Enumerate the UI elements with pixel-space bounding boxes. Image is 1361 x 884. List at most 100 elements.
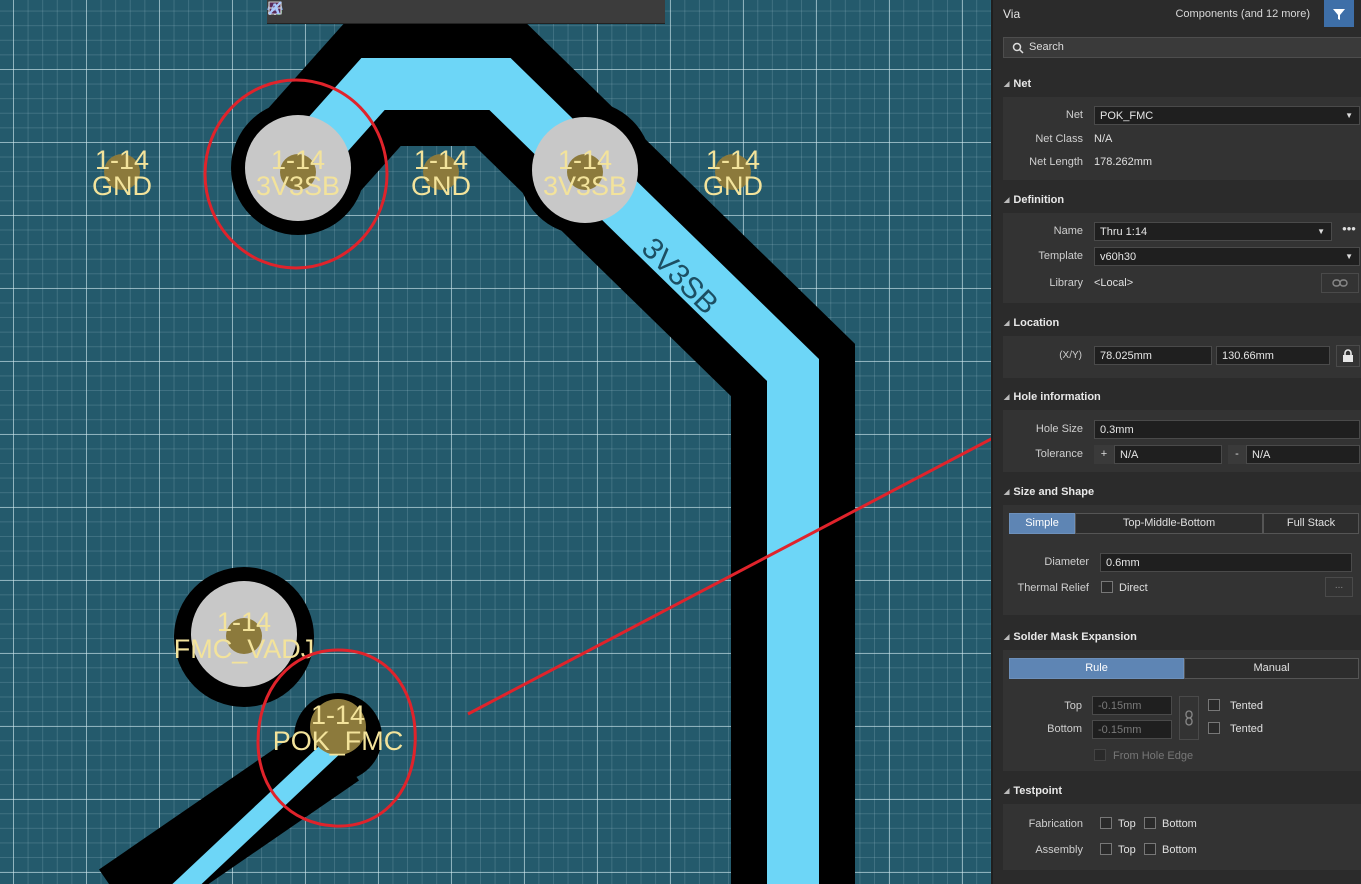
net-label: Net (1065, 109, 1083, 121)
select-rect-icon[interactable] (268, 1, 370, 23)
text-icon[interactable]: A (269, 1, 595, 23)
section-size-shape-header[interactable]: ◢ Size and Shape (1004, 486, 1094, 498)
tab-manual[interactable]: Manual (1184, 658, 1359, 679)
section-hole-header[interactable]: ◢ Hole information (1004, 391, 1101, 403)
tolerance-plus-input[interactable]: N/A (1114, 445, 1222, 464)
bottom-tented-label: Tented (1230, 723, 1264, 735)
fabrication-label: Fabrication (1028, 818, 1083, 830)
dropdown-arrow-icon: ▼ (1317, 227, 1325, 236)
chart-icon[interactable] (269, 1, 395, 23)
top-tented-label: Tented (1230, 700, 1264, 712)
thermal-relief-label: Thermal Relief (1017, 582, 1089, 594)
section-net-header[interactable]: ◢ Net (1004, 78, 1031, 90)
tab-full-stack[interactable]: Full Stack (1263, 513, 1359, 534)
route-icon[interactable] (270, 1, 320, 23)
library-link-button[interactable] (1321, 273, 1359, 293)
top-tented-checkbox[interactable] (1208, 699, 1220, 711)
tune-length-icon[interactable] (267, 1, 470, 23)
from-hole-edge-label: From Hole Edge (1113, 750, 1194, 762)
object-type-label: Via (1003, 7, 1021, 21)
thermal-more-button[interactable]: ... (1325, 577, 1353, 597)
template-select[interactable]: v60h30 ▼ (1094, 247, 1360, 266)
xy-label: (X/Y) (1059, 350, 1082, 361)
tab-top-middle-bottom[interactable]: Top-Middle-Bottom (1075, 513, 1263, 534)
dimension-icon[interactable] (268, 1, 570, 23)
section-definition-header[interactable]: ◢ Definition (1004, 194, 1064, 206)
dropdown-arrow-icon: ▼ (1345, 111, 1353, 120)
cross-icon[interactable] (269, 1, 345, 23)
section-size-shape: Simple Top-Middle-Bottom Full Stack Diam… (1003, 505, 1361, 615)
asm-bottom-label: Bottom (1162, 844, 1197, 856)
tolerance-plus-sign: + (1094, 445, 1114, 464)
mask-top-input[interactable]: -0.15mm (1092, 696, 1172, 715)
diameter-label: Diameter (1044, 556, 1089, 568)
section-location: (X/Y) 78.025mm 130.66mm (1003, 336, 1361, 378)
section-title: Hole information (1013, 391, 1101, 403)
tab-rule[interactable]: Rule (1009, 658, 1184, 679)
highlight-icon[interactable] (268, 1, 545, 23)
bottom-tented-checkbox[interactable] (1208, 722, 1220, 734)
more-options-icon[interactable]: ••• (1338, 222, 1360, 241)
section-location-header[interactable]: ◢ Location (1004, 317, 1059, 329)
chain-link-icon (1185, 710, 1193, 726)
thermal-direct-checkbox[interactable] (1101, 581, 1113, 593)
line-icon[interactable] (268, 1, 620, 23)
library-value: <Local> (1094, 277, 1134, 289)
hole-size-input[interactable]: 0.3mm (1094, 420, 1360, 439)
search-placeholder: Search (1029, 41, 1064, 53)
from-hole-edge-checkbox[interactable] (1094, 749, 1106, 761)
lock-icon (1343, 349, 1353, 362)
section-title: Solder Mask Expansion (1013, 631, 1137, 643)
y-input[interactable]: 130.66mm (1216, 346, 1330, 365)
net-class-label: Net Class (1035, 133, 1083, 145)
markup-arrow-line (467, 437, 991, 716)
via-label: 1-14 GND (703, 145, 763, 201)
tolerance-label: Tolerance (1035, 448, 1083, 460)
properties-panel: Via Components (and 12 more) Search ◢ Net… (991, 0, 1361, 884)
tab-simple[interactable]: Simple (1009, 513, 1075, 534)
pcb-canvas[interactable]: 1-14 GND 1-14 3V3SB 1-14 GND 1-14 3V3SB … (0, 0, 991, 884)
name-label: Name (1053, 225, 1083, 237)
mask-bottom-label: Bottom (1047, 723, 1082, 735)
via-label-net: FMC_VADJ (174, 634, 315, 664)
mask-link-button[interactable] (1179, 696, 1199, 740)
chip-icon[interactable] (270, 1, 420, 23)
net-select[interactable]: POK_FMC ▼ (1094, 106, 1360, 125)
name-select[interactable]: Thru 1:14 ▼ (1094, 222, 1332, 241)
net-value: POK_FMC (1100, 110, 1154, 122)
filter-summary[interactable]: Components (and 12 more) (1148, 8, 1310, 20)
x-input[interactable]: 78.025mm (1094, 346, 1212, 365)
via-label-net: 3V3SB (543, 171, 627, 201)
name-value: Thru 1:14 (1100, 226, 1148, 238)
via-label-num: 1-14 (217, 607, 271, 637)
polygon-icon[interactable] (269, 1, 520, 23)
asm-top-checkbox[interactable] (1100, 843, 1112, 855)
section-testpoint-header[interactable]: ◢ Testpoint (1004, 785, 1062, 797)
funnel-icon (1333, 8, 1345, 20)
section-title: Net (1013, 78, 1032, 90)
pin-icon[interactable] (271, 1, 495, 23)
mask-top-label: Top (1064, 700, 1082, 712)
via-label: 1-14 GND (92, 145, 152, 201)
search-icon (1012, 42, 1024, 54)
pcb-drawing[interactable]: 1-14 GND 1-14 3V3SB 1-14 GND 1-14 3V3SB … (0, 0, 991, 884)
via-label-net: 3V3SB (256, 171, 340, 201)
template-value: v60h30 (1100, 251, 1137, 263)
asm-bottom-checkbox[interactable] (1144, 843, 1156, 855)
lock-button[interactable] (1336, 345, 1360, 367)
interactive-route-icon[interactable] (268, 1, 445, 23)
section-title: Location (1013, 317, 1060, 329)
filter-button[interactable] (1324, 0, 1354, 27)
section-title: Size and Shape (1013, 486, 1095, 498)
tolerance-minus-input[interactable]: N/A (1246, 445, 1360, 464)
fab-bottom-checkbox[interactable] (1144, 817, 1156, 829)
section-solder-mask-header[interactable]: ◢ Solder Mask Expansion (1004, 631, 1137, 643)
mask-bottom-input[interactable]: -0.15mm (1092, 720, 1172, 739)
search-input[interactable]: Search (1003, 37, 1361, 58)
fab-top-label: Top (1118, 818, 1136, 830)
fab-top-checkbox[interactable] (1100, 817, 1112, 829)
diameter-input[interactable]: 0.6mm (1100, 553, 1352, 572)
section-testpoint: Fabrication Top Bottom Assembly Top Bott… (1003, 804, 1361, 870)
asm-top-label: Top (1118, 844, 1136, 856)
section-title: Testpoint (1013, 785, 1063, 797)
